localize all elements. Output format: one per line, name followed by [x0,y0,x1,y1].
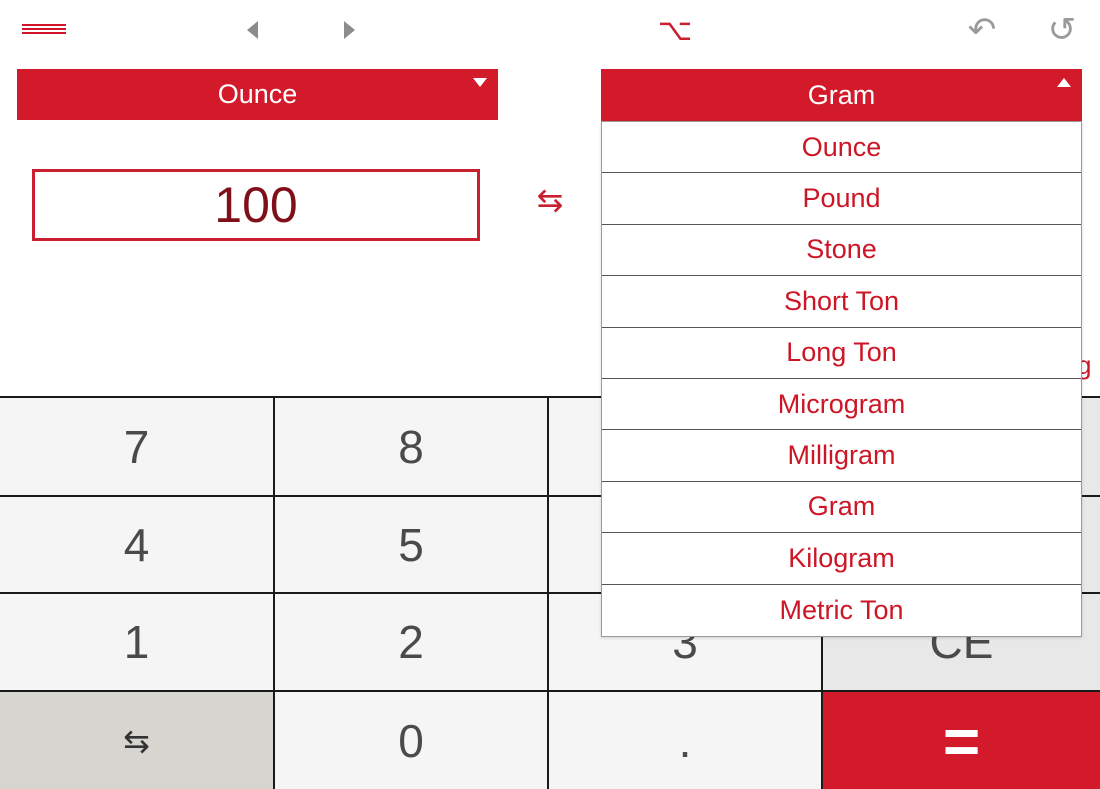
dropdown-item[interactable]: Milligram [602,430,1081,482]
swap-units-icon[interactable]: ⇆ [528,180,572,220]
to-unit-label: Gram [807,79,876,110]
caret-down-icon [473,78,487,87]
dropdown-item[interactable]: Microgram [602,378,1081,431]
dropdown-item[interactable]: Short Ton [602,276,1081,328]
from-unit-label: Ounce [217,79,298,109]
key-7[interactable]: 7 [0,398,273,495]
from-unit-select[interactable]: Ounce [17,69,498,120]
value-input[interactable]: 100 [32,169,480,241]
option-key-icon[interactable]: ⌥ [655,12,695,48]
keypad-divider [0,690,1100,692]
back-arrow-icon[interactable] [238,16,266,44]
key-equals[interactable]: = [823,692,1100,789]
hamburger-menu-icon[interactable] [22,18,66,40]
dropdown-item[interactable]: Pound [602,173,1081,225]
key-4[interactable]: 4 [0,497,273,592]
to-unit-dropdown-list: Ounce Pound Stone Short Ton Long Ton Microgra… [601,121,1082,637]
key-2[interactable]: 2 [275,594,547,690]
dropdown-item[interactable]: Gram [602,481,1081,534]
key-5[interactable]: 5 [275,497,547,592]
dropdown-item[interactable]: Long Ton [602,327,1081,379]
caret-up-icon [1057,78,1071,87]
to-unit-select[interactable]: Gram [601,69,1082,121]
key-swap[interactable]: ⇆ [0,692,273,789]
key-0[interactable]: 0 [275,692,547,789]
dropdown-item[interactable]: Metric Ton [602,584,1081,636]
forward-arrow-icon[interactable] [335,16,363,44]
input-value: 100 [214,177,298,233]
dropdown-item[interactable]: Kilogram [602,533,1081,585]
redo-icon[interactable]: ↺ [1042,10,1082,50]
key-decimal[interactable]: . [549,692,821,789]
key-1[interactable]: 1 [0,594,273,690]
key-8[interactable]: 8 [275,398,547,495]
undo-icon[interactable]: ↶ [962,10,1002,50]
dropdown-item[interactable]: Ounce [602,122,1081,174]
dropdown-item[interactable]: Stone [602,224,1081,277]
